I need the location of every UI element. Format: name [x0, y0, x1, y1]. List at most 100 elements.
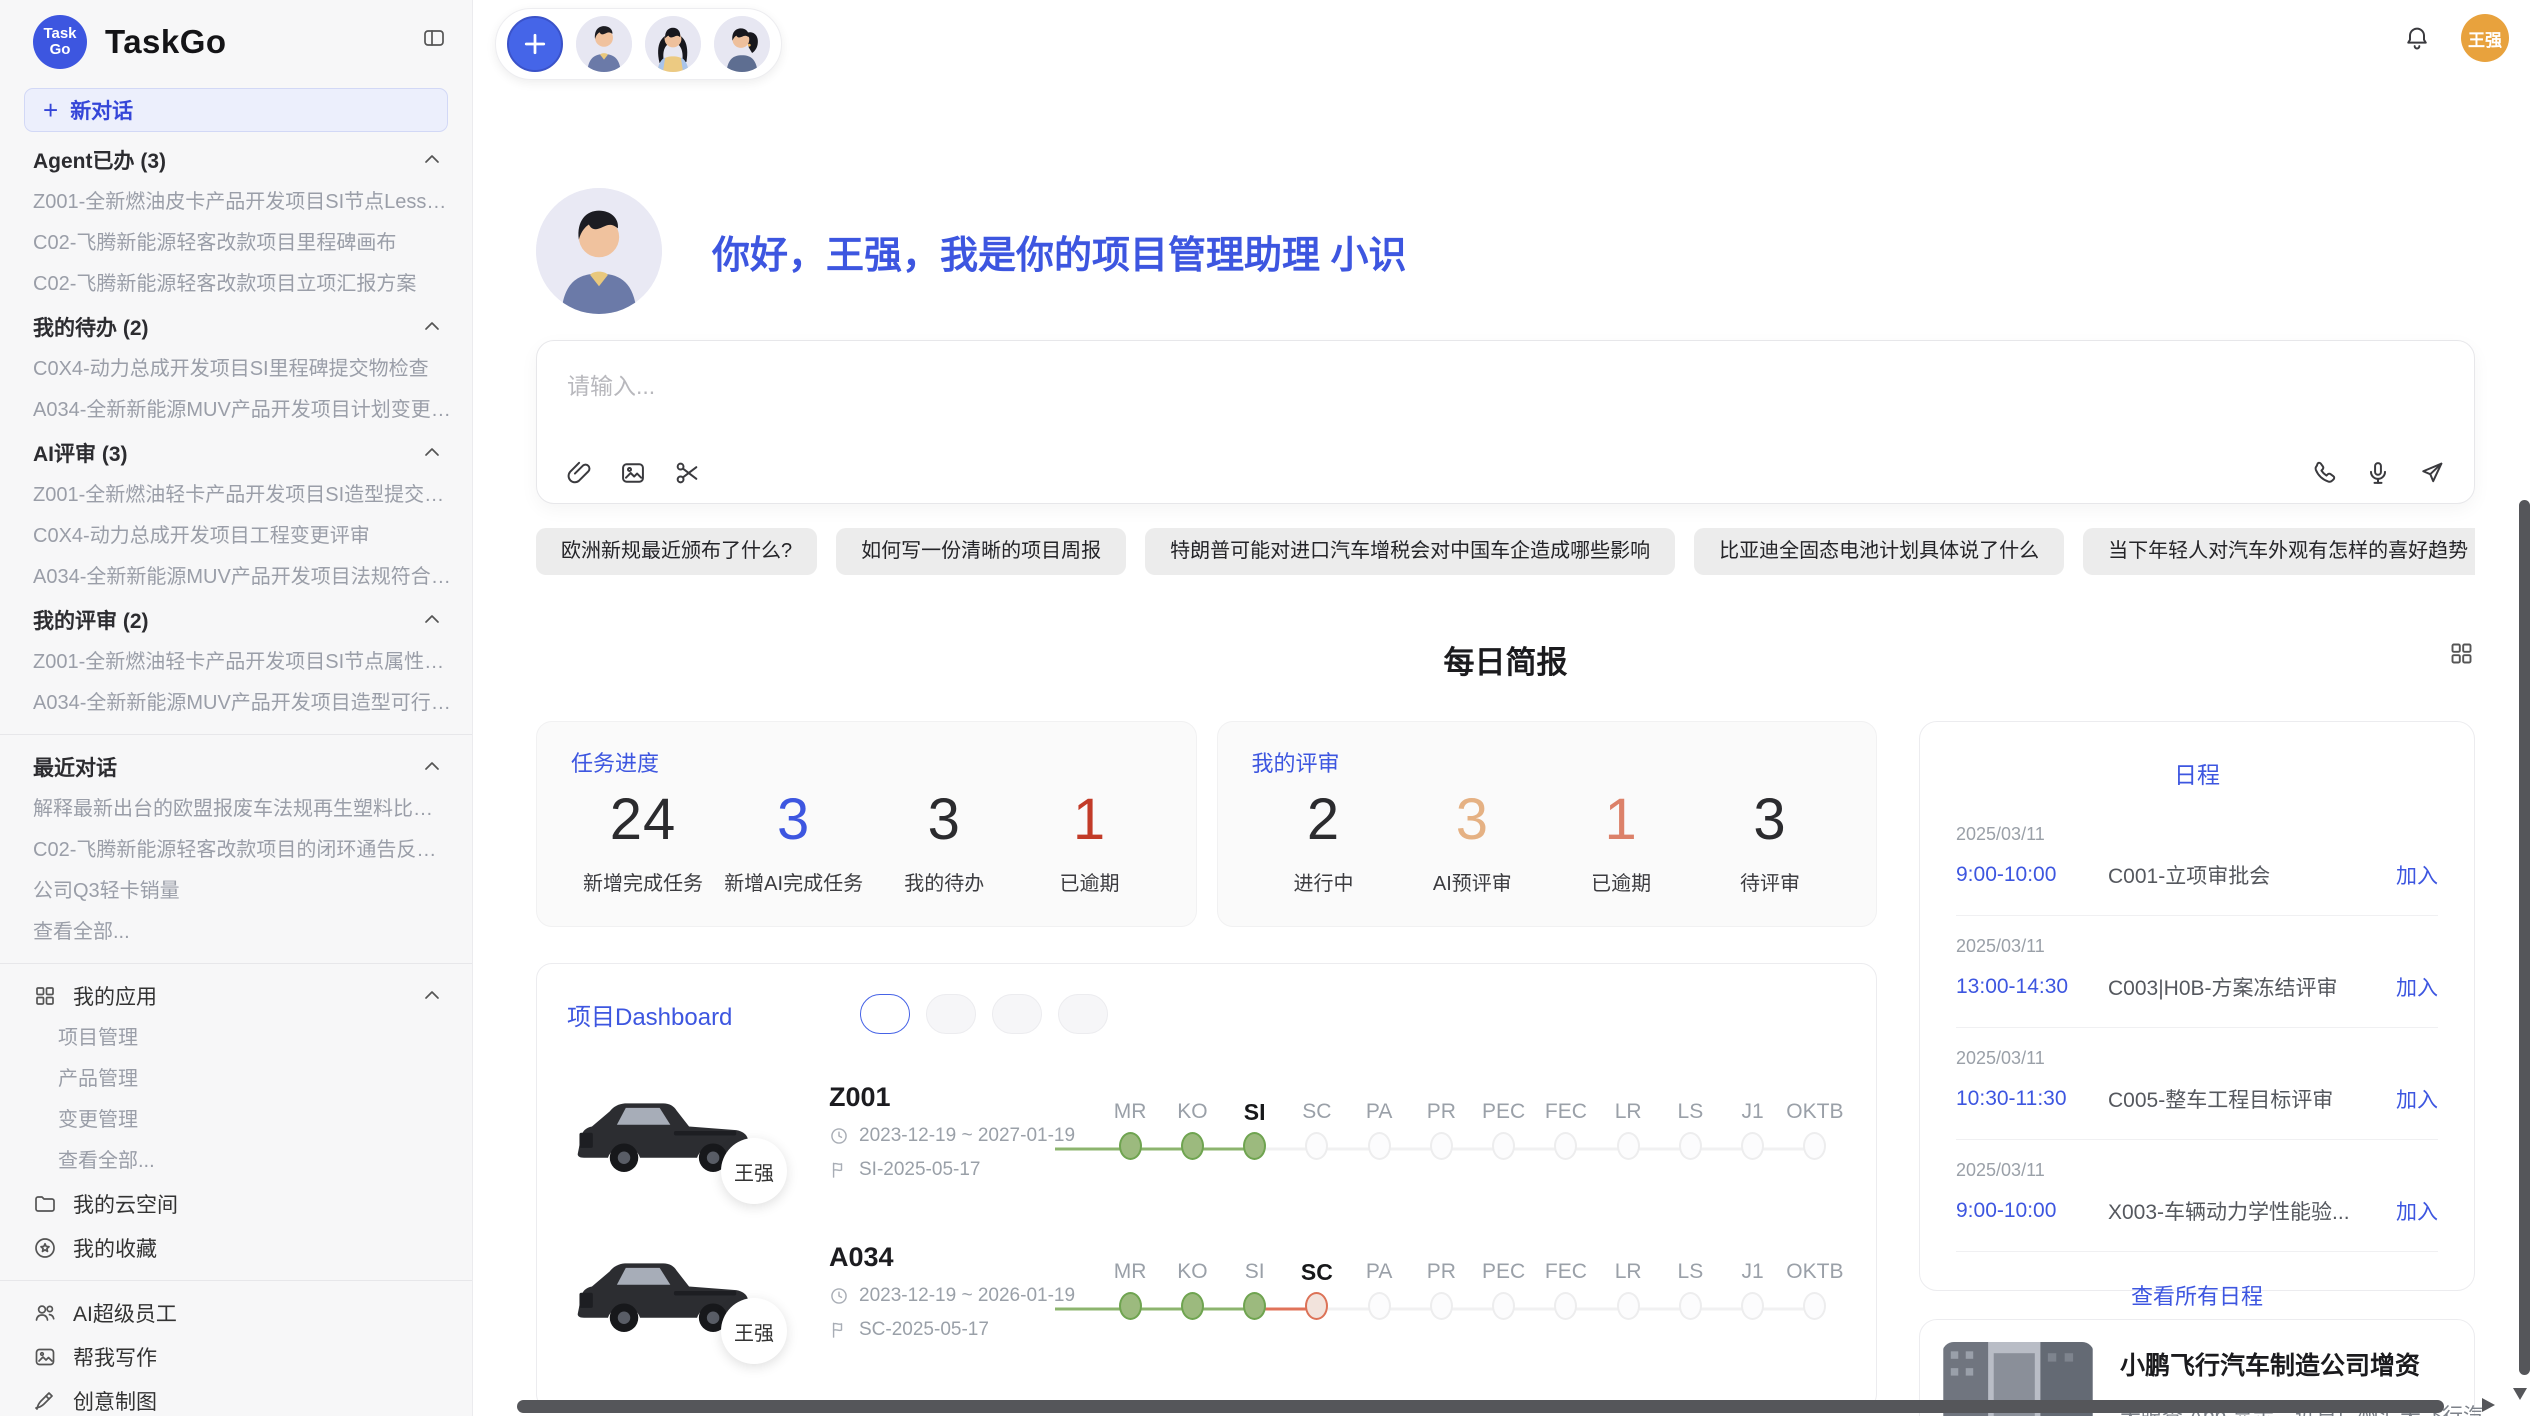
view-all-schedule-link[interactable]: 查看所有日程 — [1956, 1279, 2438, 1311]
sidebar-item[interactable]: Z001-全新燃油皮卡产品开发项目SI节点Lesson Learn报告 — [0, 182, 472, 223]
sidebar-item[interactable]: 解释最新出台的欧盟报废车法规再生塑料比例被调至15%... — [0, 789, 472, 830]
send-icon[interactable] — [2418, 459, 2446, 487]
milestone-dot — [1430, 1292, 1453, 1320]
milestone-label: PR — [1410, 1097, 1472, 1127]
sidebar-item[interactable]: C0X4-动力总成开发项目工程变更评审 — [0, 516, 472, 557]
milestone: OKTB — [1784, 1257, 1846, 1326]
scroll-down-arrow[interactable] — [2513, 1388, 2527, 1400]
sidebar-item-cloud[interactable]: 我的云空间 — [0, 1182, 472, 1226]
sidebar-app-item[interactable]: 变更管理 — [0, 1100, 472, 1141]
section-agent-done[interactable]: Agent已办 (3) — [0, 138, 472, 182]
milestone-dot — [1368, 1132, 1391, 1160]
suggestion-chip[interactable]: 如何写一份清晰的项目周报 — [836, 528, 1126, 575]
chevron-up-icon — [420, 755, 444, 779]
agent-avatar-1[interactable] — [576, 16, 632, 72]
milestone-label: SI — [1224, 1097, 1286, 1127]
user-avatar[interactable]: 王强 — [2461, 14, 2509, 62]
suggestion-chip[interactable]: 特朗普可能对进口汽车增税会对中国车企造成哪些影响 — [1145, 528, 1675, 575]
sidebar-item-writing[interactable]: 帮我写作 — [0, 1335, 472, 1379]
stat: 3 AI预评审 — [1408, 786, 1536, 896]
sidebar-item[interactable]: A034-全新新能源MUV产品开发项目法规符合性评审 — [0, 557, 472, 598]
sidebar-item-ai-staff[interactable]: AI超级员工 — [0, 1291, 472, 1335]
join-link[interactable]: 加入 — [2396, 860, 2438, 890]
vertical-scrollbar-thumb[interactable] — [2519, 500, 2530, 1375]
milestone-label: J1 — [1722, 1257, 1784, 1287]
sidebar-app-item[interactable]: 查看全部... — [0, 1141, 472, 1182]
stat-label: 新增完成任务 — [579, 867, 707, 896]
hero: 你好，王强，我是你的项目管理助理 小识 — [536, 188, 2475, 314]
milestone: PEC — [1473, 1257, 1535, 1326]
project-milestone-date: SC-2025-05-17 — [859, 1319, 989, 1341]
sidebar-item-creative-draw[interactable]: 创意制图 — [0, 1379, 472, 1416]
dashboard-filter-tab[interactable] — [926, 994, 976, 1034]
briefing-title: 每日简报 — [1444, 645, 1568, 680]
phone-icon[interactable] — [2310, 459, 2338, 487]
project-code: A034 — [829, 1242, 1081, 1273]
sidebar-app-item[interactable]: 产品管理 — [0, 1059, 472, 1100]
sidebar: Task Go TaskGo + 新对话 Agent已办 (3) Z001-全新… — [0, 0, 473, 1416]
suggestion-chip[interactable]: 比亚迪全固态电池计划具体说了什么 — [1694, 528, 2064, 575]
section-my-review[interactable]: 我的评审 (2) — [0, 598, 472, 642]
section-my-apps[interactable]: 我的应用 — [0, 974, 472, 1018]
join-link[interactable]: 加入 — [2396, 972, 2438, 1002]
milestone-dot — [1617, 1292, 1640, 1320]
milestone-label: SC — [1286, 1097, 1348, 1127]
section-ai-review[interactable]: AI评审 (3) — [0, 431, 472, 475]
greeting: 你好，王强，我是你的项目管理助理 小识 — [712, 224, 1407, 279]
add-agent-button[interactable] — [507, 16, 563, 72]
sidebar-item[interactable]: 公司Q3轻卡销量 — [0, 871, 472, 912]
bell-icon[interactable] — [2403, 24, 2431, 52]
dashboard-filter-tab[interactable] — [992, 994, 1042, 1034]
dashboard-filter-tab[interactable] — [1058, 994, 1108, 1034]
schedule-entry: 2025/03/11 9:00-10:00 C001-立项审批会 加入 — [1956, 804, 2438, 916]
new-chat-button[interactable]: + 新对话 — [24, 88, 448, 132]
stat: 1 已逾期 — [1557, 786, 1685, 896]
scroll-right-arrow[interactable] — [2482, 1398, 2495, 1412]
milestone-label: PA — [1348, 1097, 1410, 1127]
sidebar-item[interactable]: A034-全新新能源MUV产品开发项目造型可行性评审 — [0, 683, 472, 724]
attachment-icon[interactable] — [565, 459, 593, 487]
sidebar-item[interactable]: 查看全部... — [0, 912, 472, 953]
join-link[interactable]: 加入 — [2396, 1196, 2438, 1226]
milestone: PEC — [1473, 1097, 1535, 1166]
dashboard-filter-tab[interactable] — [860, 994, 910, 1034]
join-link[interactable]: 加入 — [2396, 1084, 2438, 1114]
sidebar-item[interactable]: C02-飞腾新能源轻客改款项目里程碑画布 — [0, 223, 472, 264]
section-my-todo[interactable]: 我的待办 (2) — [0, 305, 472, 349]
agent-avatar-2[interactable] — [645, 16, 701, 72]
milestone: KO — [1161, 1097, 1223, 1166]
sidebar-collapse-icon[interactable] — [422, 26, 446, 55]
project-row[interactable]: 王强 A034 2023-12-19 ~ 2026-01-19 — [567, 1228, 1846, 1354]
sidebar-item[interactable]: C02-飞腾新能源轻客改款项目的闭环通告反馈情况 — [0, 830, 472, 871]
milestone-dot — [1679, 1292, 1702, 1320]
layout-grid-icon[interactable] — [2448, 640, 2475, 672]
suggestion-chip[interactable]: 欧洲新规最近颁布了什么? — [536, 528, 817, 575]
screenshot-icon[interactable] — [673, 459, 701, 487]
project-image: 王强 — [567, 1236, 767, 1346]
milestone-chain: MR KO SI SC PA PR PEC FEC LR LS J1 OKTB — [1099, 1257, 1846, 1326]
suggestion-chip[interactable]: 当下年轻人对汽车外观有怎样的喜好趋势 — [2083, 528, 2475, 575]
sidebar-item[interactable]: Z001-全新燃油轻卡产品开发项目SI造型提交物评审 — [0, 475, 472, 516]
milestone-label: KO — [1161, 1097, 1223, 1127]
stat-value: 24 — [579, 786, 707, 853]
image-upload-icon[interactable] — [619, 459, 647, 487]
sidebar-app-item[interactable]: 项目管理 — [0, 1018, 472, 1059]
agent-avatar-3[interactable] — [714, 16, 770, 72]
chat-input[interactable] — [537, 341, 2474, 433]
sidebar-item-favorites[interactable]: 我的收藏 — [0, 1226, 472, 1270]
horizontal-scrollbar-thumb[interactable] — [517, 1400, 2444, 1413]
stat-label: 已逾期 — [1025, 867, 1153, 896]
milestone: MR — [1099, 1097, 1161, 1166]
milestone: LS — [1659, 1257, 1721, 1326]
sidebar-item[interactable]: C02-飞腾新能源轻客改款项目立项汇报方案 — [0, 264, 472, 305]
milestone: PR — [1410, 1097, 1472, 1166]
microphone-icon[interactable] — [2364, 459, 2392, 487]
sidebar-item[interactable]: A034-全新新能源MUV产品开发项目计划变更表编写 — [0, 390, 472, 431]
project-row[interactable]: 王强 Z001 2023-12-19 ~ 2027-01-19 — [567, 1068, 1846, 1194]
sidebar-item[interactable]: Z001-全新燃油轻卡产品开发项目SI节点属性5D文件评审 — [0, 642, 472, 683]
project-image: 王强 — [567, 1076, 767, 1186]
milestone-label: J1 — [1722, 1097, 1784, 1127]
section-recent-chats[interactable]: 最近对话 — [0, 745, 472, 789]
sidebar-item[interactable]: C0X4-动力总成开发项目SI里程碑提交物检查 — [0, 349, 472, 390]
main-area: 王强 你好，王强，我是你的项目管理助理 小识 — [473, 0, 2532, 1416]
